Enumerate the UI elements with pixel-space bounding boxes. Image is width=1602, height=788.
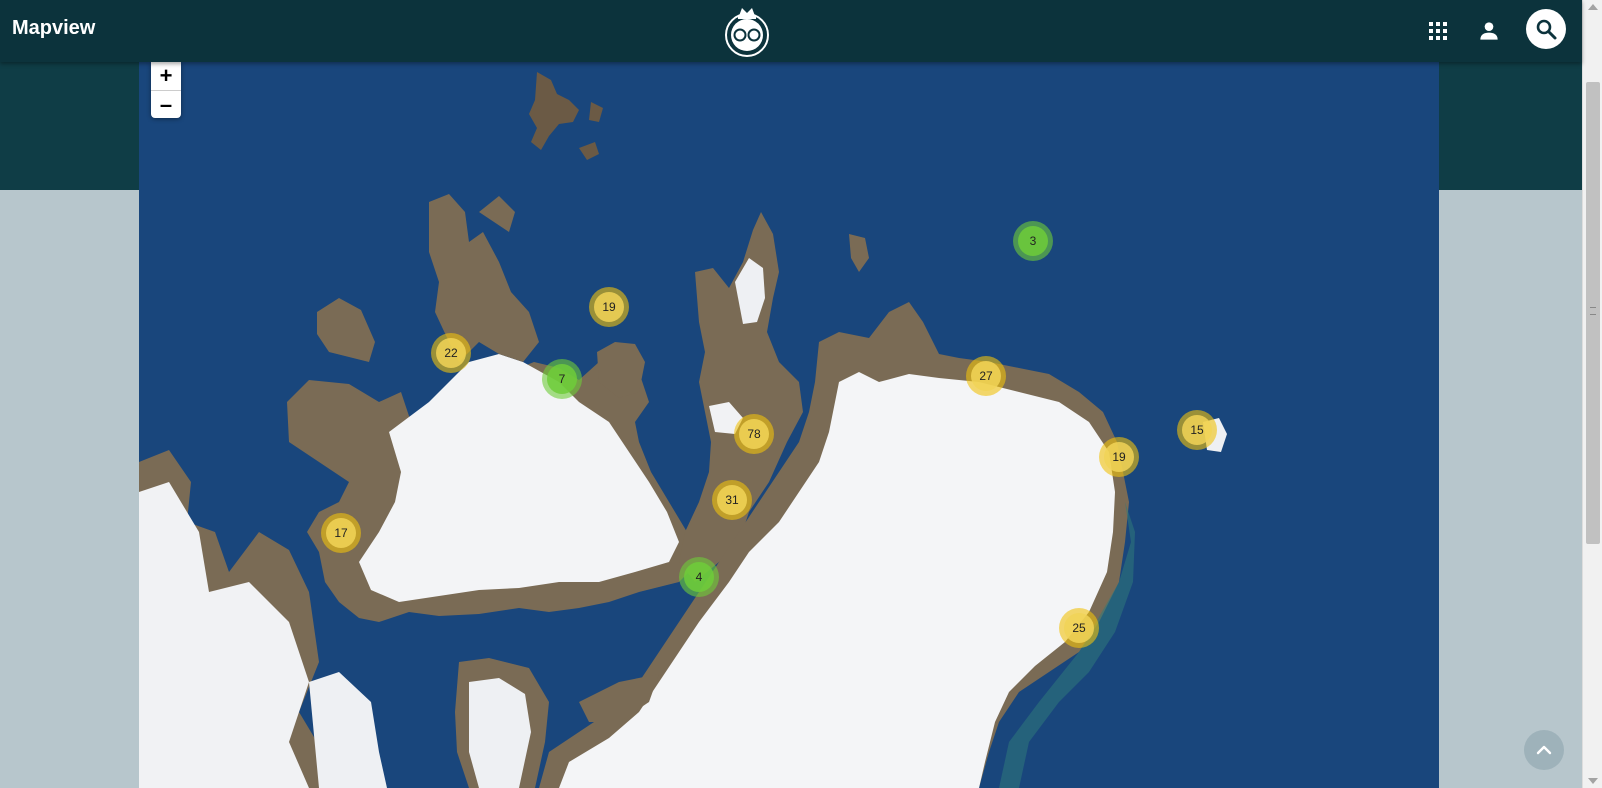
marker-cluster[interactable]: 19 [589,287,629,327]
marker-cluster[interactable]: 22 [431,333,471,373]
person-icon[interactable] [1476,18,1502,44]
scroll-grip-icon [1590,307,1596,315]
search-icon [1536,19,1557,40]
zoom-out-button[interactable]: – [151,90,181,118]
page-scrollbar[interactable] [1582,0,1602,788]
scroll-to-top-button[interactable] [1524,730,1564,770]
top-app-bar: Mapview [0,0,1582,62]
marker-cluster[interactable]: 27 [966,356,1006,396]
zoom-control: + – [151,62,181,118]
marker-cluster[interactable]: 31 [712,480,752,520]
scroll-up-arrow-icon[interactable] [1588,4,1598,10]
app-title[interactable]: Mapview [12,17,95,40]
marker-cluster[interactable]: 3 [1013,221,1053,261]
marker-cluster[interactable]: 7 [542,359,582,399]
scroll-down-arrow-icon[interactable] [1588,778,1598,784]
marker-cluster[interactable]: 19 [1099,437,1139,477]
chevron-up-icon [1536,745,1552,755]
satellite-imagery [139,62,1439,788]
marker-cluster[interactable]: 78 [734,414,774,454]
institute-logo [725,8,769,57]
marker-cluster[interactable]: 15 [1177,410,1217,450]
search-button[interactable] [1526,9,1566,49]
scroll-thumb[interactable] [1586,82,1600,544]
marker-cluster[interactable]: 25 [1059,608,1099,648]
zoom-in-button[interactable]: + [151,62,181,90]
map-view[interactable]: + – 19 22 7 3 27 78 15 19 31 17 4 25 [139,62,1439,788]
marker-cluster[interactable]: 17 [321,513,361,553]
apps-grid-icon[interactable] [1426,19,1450,43]
marker-cluster[interactable]: 4 [679,557,719,597]
